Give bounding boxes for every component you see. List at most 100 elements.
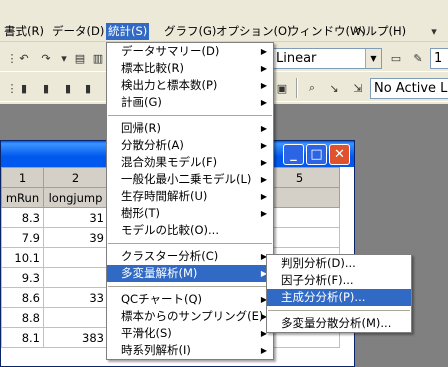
active-filter-select[interactable]: No Active Li bbox=[370, 78, 448, 99]
statistics-menu-item[interactable]: 一般化最小二乗モデル(L) ▶ bbox=[107, 171, 273, 188]
submenu-arrow-icon: ▶ bbox=[260, 192, 267, 201]
grid-cell[interactable]: 10.1 bbox=[1, 247, 44, 268]
toolbar-icon[interactable]: ▮ bbox=[36, 78, 56, 98]
statistics-menu-item[interactable]: 分散分析(A) ▶ bbox=[107, 137, 273, 154]
statistics-menu-item[interactable]: 計画(G) ▶ bbox=[107, 94, 273, 111]
grid-cell[interactable]: 7.9 bbox=[1, 227, 44, 248]
undo-icon[interactable]: ↶ bbox=[14, 48, 34, 68]
menu-item-label: 判別分析(D)... bbox=[281, 256, 356, 270]
menu-item-label: 生存時間解析(U) bbox=[121, 189, 208, 203]
font-size-value: 1 bbox=[434, 51, 443, 66]
menu-separator bbox=[268, 310, 410, 311]
menu-statistics[interactable]: 統計(S) bbox=[106, 23, 150, 40]
statistics-menu-item[interactable]: モデルの比較(O)... bbox=[107, 222, 273, 239]
multivariate-menu-item[interactable]: 主成分分析(P)... bbox=[267, 289, 411, 306]
interpolation-value: Linear bbox=[276, 51, 317, 66]
column-number[interactable]: 1 bbox=[1, 167, 44, 188]
menu-item-label: QCチャート(Q) bbox=[121, 292, 202, 306]
submenu-arrow-icon: ▶ bbox=[260, 158, 267, 167]
toolbar-icon[interactable]: ▮ bbox=[58, 78, 78, 98]
statistics-menu-item[interactable]: 樹形(T) ▶ bbox=[107, 205, 273, 222]
statistics-menu-item[interactable]: 混合効果モデル(F) ▶ bbox=[107, 154, 273, 171]
menu-data[interactable]: データ(D) bbox=[50, 23, 106, 40]
statistics-menu-item[interactable]: 平滑化(S) ▶ bbox=[107, 325, 273, 342]
column-name[interactable]: mRun bbox=[1, 187, 44, 208]
grid-cell[interactable]: 383 bbox=[43, 327, 108, 348]
line-style-icon[interactable]: ▭ bbox=[386, 48, 406, 68]
grid-cell[interactable]: 8.1 bbox=[1, 327, 44, 348]
menu-item-label: 因子分析(F)... bbox=[281, 273, 354, 287]
grid-cell[interactable]: 8.3 bbox=[1, 207, 44, 228]
menu-item-label: 多変量解析(M) bbox=[121, 266, 198, 280]
menu-separator bbox=[108, 286, 272, 287]
select-tool-icon[interactable]: ⇲ bbox=[348, 78, 368, 98]
menu-format[interactable]: 書式(R) bbox=[2, 23, 46, 40]
menu-item-label: 多変量分散分析(M)... bbox=[281, 316, 392, 330]
toolbar-icon[interactable]: ▤ bbox=[70, 48, 90, 68]
statistics-menu-item[interactable]: 回帰(R) ▶ bbox=[107, 120, 273, 137]
submenu-arrow-icon: ▶ bbox=[260, 175, 267, 184]
toolbar-icon[interactable]: ▥ bbox=[88, 48, 108, 68]
statistics-menu-item[interactable]: データサマリー(D) ▶ bbox=[107, 43, 273, 60]
maximize-icon[interactable]: □ bbox=[306, 144, 327, 165]
multivariate-submenu: 判別分析(D)... 因子分析(F)... 主成分分析(P)... 多変量分散分析(M… bbox=[266, 254, 412, 333]
statistics-menu-item[interactable]: 検出力と標本数(P) ▶ bbox=[107, 77, 273, 94]
grid-cell[interactable]: 31 bbox=[43, 207, 108, 228]
grid-cell[interactable] bbox=[43, 247, 108, 268]
multivariate-menu-item[interactable]: 因子分析(F)... bbox=[267, 272, 411, 289]
menu-item-label: 樹形(T) bbox=[121, 206, 160, 220]
submenu-arrow-icon: ▶ bbox=[260, 209, 267, 218]
grid-cell[interactable]: 39 bbox=[43, 227, 108, 248]
statistics-menu-item[interactable]: 生存時間解析(U) ▶ bbox=[107, 188, 273, 205]
toolbar-icon[interactable]: ▮ bbox=[78, 78, 98, 98]
redo-icon[interactable]: ↷ bbox=[36, 48, 56, 68]
menu-item-label: 計画(G) bbox=[121, 95, 162, 109]
statistics-menu-item[interactable]: 時系列解析(I) ▶ bbox=[107, 342, 273, 359]
grid-cell[interactable]: 33 bbox=[43, 287, 108, 308]
multivariate-menu-item[interactable]: 判別分析(D)... bbox=[267, 255, 411, 272]
submenu-arrow-icon: ▶ bbox=[260, 141, 267, 150]
arrow-tool-icon[interactable]: ↘ bbox=[324, 78, 344, 98]
statistics-menu-item[interactable]: 標本からのサンプリング(E) ▶ bbox=[107, 308, 273, 325]
column-name[interactable]: longjump bbox=[43, 187, 108, 208]
statistics-menu-item[interactable]: QCチャート(Q) ▶ bbox=[107, 291, 273, 308]
menu-item-label: 時系列解析(I) bbox=[121, 343, 191, 357]
font-size-box[interactable]: 1 bbox=[430, 48, 448, 69]
grid-cell[interactable]: 8.6 bbox=[1, 287, 44, 308]
submenu-arrow-icon: ▶ bbox=[260, 47, 267, 56]
statistics-menu-item[interactable]: クラスター分析(C) ▶ bbox=[107, 248, 273, 265]
active-filter-value: No Active Li bbox=[374, 81, 448, 96]
menu-graph[interactable]: グラフ(G) bbox=[162, 23, 218, 40]
chevron-down-icon[interactable]: ▼ bbox=[365, 49, 381, 68]
grid-cell[interactable] bbox=[43, 267, 108, 288]
menu-separator bbox=[108, 115, 272, 116]
grid-cell[interactable] bbox=[43, 307, 108, 328]
menu-item-label: 分散分析(A) bbox=[121, 138, 184, 152]
grid-cell[interactable]: 9.3 bbox=[1, 267, 44, 288]
minimize-icon[interactable]: _ bbox=[283, 144, 304, 165]
interpolation-select[interactable]: Linear ▼ bbox=[272, 48, 382, 69]
menu-item-label: 標本比較(R) bbox=[121, 61, 184, 75]
zoom-icon[interactable]: ⌕ bbox=[302, 78, 322, 98]
menu-item-label: 標本からのサンプリング(E) bbox=[121, 309, 264, 323]
toolbar-icon[interactable]: ▮ bbox=[14, 78, 34, 98]
close-icon[interactable]: ✕ bbox=[329, 144, 350, 165]
submenu-arrow-icon: ▶ bbox=[260, 124, 267, 133]
menu-help[interactable]: ヘルプ(H) bbox=[352, 23, 408, 40]
dropdown-arrow-icon[interactable]: ▾ bbox=[424, 21, 444, 41]
grid-cell[interactable]: 8.8 bbox=[1, 307, 44, 328]
statistics-menu-item[interactable]: 標本比較(R) ▶ bbox=[107, 60, 273, 77]
menu-item-label: 平滑化(S) bbox=[121, 326, 172, 340]
pen-icon[interactable]: ✎ bbox=[408, 48, 428, 68]
menu-item-label: データサマリー(D) bbox=[121, 44, 220, 58]
toolbar-icon[interactable]: ▣ bbox=[272, 78, 292, 98]
menu-options[interactable]: オプション(O) bbox=[214, 23, 294, 40]
multivariate-menu-item[interactable]: 多変量分散分析(M)... bbox=[267, 315, 411, 332]
statistics-menu-item[interactable]: 多変量解析(M) ▶ bbox=[107, 265, 273, 282]
submenu-arrow-icon: ▶ bbox=[260, 346, 267, 355]
menu-item-label: クラスター分析(C) bbox=[121, 249, 219, 263]
column-number[interactable]: 2 bbox=[43, 167, 108, 188]
menu-item-label: 混合効果モデル(F) bbox=[121, 155, 218, 169]
submenu-arrow-icon: ▶ bbox=[260, 64, 267, 73]
menu-item-label: 検出力と標本数(P) bbox=[121, 78, 218, 92]
